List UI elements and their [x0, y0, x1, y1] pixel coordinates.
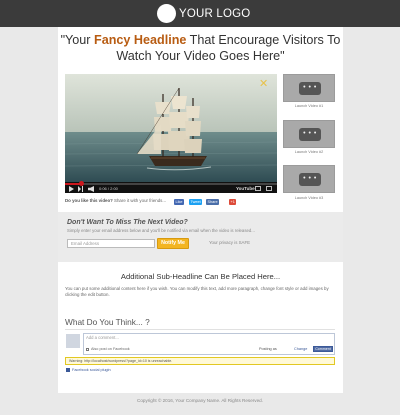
sub-headline: Additional Sub-Headline Can Be Placed He…: [120, 272, 281, 281]
change-link[interactable]: Change: [294, 347, 307, 351]
play-placeholder-icon: • • •: [299, 173, 321, 186]
main-headline: "Your Fancy Headline That Encourage Visi…: [58, 32, 343, 64]
notify-me-button[interactable]: Notify Me: [157, 238, 189, 249]
comment-input[interactable]: [83, 333, 335, 355]
facebook-like-button[interactable]: Like: [174, 199, 184, 205]
comments-title: What Do You Think... ?: [65, 317, 150, 327]
tweet-button[interactable]: Tweet: [189, 199, 203, 205]
comment-placeholder: Add a comment...: [86, 335, 119, 340]
launch-video-2-thumbnail[interactable]: • • •: [283, 120, 335, 148]
logo[interactable]: YOUR LOGO: [157, 4, 250, 23]
facebook-icon: [66, 368, 70, 372]
settings-icon[interactable]: [255, 186, 261, 191]
headline-text-start: "Your: [60, 33, 94, 47]
body-copy: You can put some additional content here…: [65, 286, 329, 297]
ship-scene-image: [65, 74, 277, 182]
warning-message: Warning: http://localhost/wordpress/?pag…: [65, 357, 335, 365]
headline-accent: Fancy Headline: [94, 33, 187, 47]
next-icon[interactable]: [78, 186, 83, 192]
also-post-label: Also post on Facebook: [91, 347, 130, 351]
launch-video-1-thumbnail[interactable]: • • •: [283, 74, 335, 102]
also-post-checkbox[interactable]: [86, 348, 89, 351]
optin-title: Don't Want To Miss The Next Video?: [67, 219, 188, 226]
launch-video-1-label[interactable]: Launch Video #1: [283, 104, 335, 108]
avatar: [66, 334, 80, 348]
google-plus-button[interactable]: +1: [229, 199, 237, 205]
privacy-note: Your privacy is SAFE: [209, 240, 251, 245]
logo-circle-icon: [157, 4, 176, 23]
divider: [65, 329, 335, 330]
play-placeholder-icon: • • •: [299, 128, 321, 141]
share-arrows-icon[interactable]: ✕: [259, 79, 268, 90]
share-prompt-rest: Share it with your friends...: [112, 198, 167, 203]
posting-as-label: Posting as: [259, 347, 277, 351]
play-icon[interactable]: [69, 186, 74, 192]
share-button[interactable]: Share: [206, 199, 220, 205]
facebook-plugin-link[interactable]: Facebook social plugin: [72, 368, 111, 372]
email-input[interactable]: [67, 239, 155, 248]
comment-submit-button[interactable]: Comment: [313, 346, 333, 352]
share-prompt: Do you like this video? Share it with yo…: [65, 198, 166, 203]
launch-video-2-label[interactable]: Launch Video #2: [283, 150, 335, 154]
launch-video-3-thumbnail[interactable]: • • •: [283, 165, 335, 193]
youtube-logo[interactable]: YouTube: [236, 186, 255, 191]
share-prompt-question: Do you like this video?: [65, 198, 113, 203]
logo-text: YOUR LOGO: [179, 7, 251, 20]
optin-description: Simply enter your email address below an…: [67, 228, 255, 233]
video-player[interactable]: 0:06 / 2:00 YouTube: [65, 74, 277, 193]
play-placeholder-icon: • • •: [299, 82, 321, 95]
video-progress-track[interactable]: [65, 183, 277, 185]
fullscreen-icon[interactable]: [266, 186, 272, 191]
footer-copyright: Copyright © 2016, Your Company Name. All…: [137, 398, 263, 403]
launch-video-3-label[interactable]: Launch Video #3: [283, 196, 335, 200]
video-time: 0:06 / 2:00: [99, 186, 118, 191]
video-frame[interactable]: [65, 74, 277, 182]
